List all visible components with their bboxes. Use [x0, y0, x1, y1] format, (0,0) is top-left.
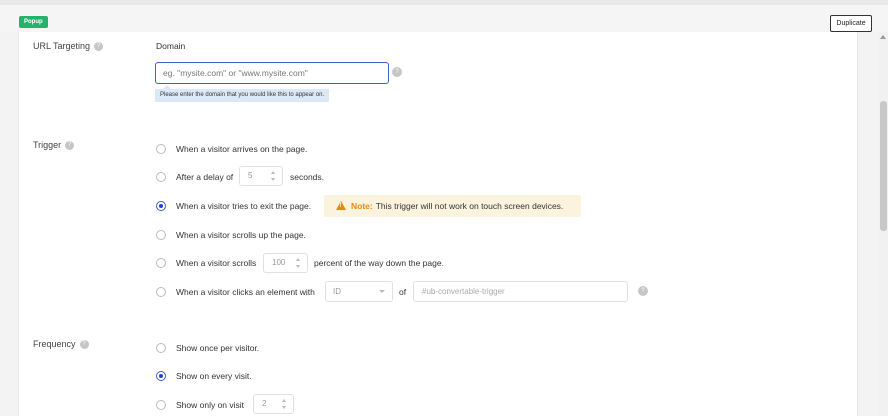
url-targeting-label-text: URL Targeting — [33, 41, 91, 51]
trigger-radio-click-element[interactable] — [156, 287, 166, 297]
trigger-option-delay-before: After a delay of — [176, 172, 234, 182]
frequency-radio-once[interactable] — [156, 343, 166, 353]
delay-seconds-stepper[interactable]: 5 — [239, 166, 283, 186]
selector-type-select[interactable]: ID — [325, 281, 393, 302]
domain-label: Domain — [156, 41, 186, 51]
domain-input[interactable] — [155, 62, 389, 84]
frequency-label: Frequency? — [33, 339, 89, 350]
trigger-option-scroll-up: When a visitor scrolls up the page. — [176, 230, 306, 240]
chevron-down-icon — [379, 290, 385, 293]
url-targeting-label: URL Targeting? — [33, 41, 104, 52]
visit-number-stepper[interactable]: 2 — [253, 394, 294, 414]
trigger-label-text: Trigger — [33, 140, 62, 150]
frequency-option-once: Show once per visitor. — [176, 343, 260, 353]
scrollbar[interactable] — [879, 32, 888, 416]
frequency-radio-only-on-visit[interactable] — [156, 400, 166, 410]
note-text: This trigger will not work on touch scre… — [375, 201, 564, 211]
visit-number-value: 2 — [262, 399, 267, 408]
trigger-option-click-element: When a visitor clicks an element with — [176, 287, 315, 297]
stepper-arrows-icon[interactable] — [296, 257, 302, 270]
stepper-arrows-icon[interactable] — [271, 170, 277, 183]
element-selector-input[interactable] — [413, 281, 628, 302]
trigger-option-scroll-after: percent of the way down the page. — [314, 258, 444, 268]
frequency-option-only-on-visit: Show only on visit — [176, 400, 245, 410]
help-icon[interactable]: ? — [65, 141, 75, 151]
trigger-option-delay-after: seconds. — [290, 172, 325, 182]
of-label: of — [399, 287, 407, 297]
frequency-option-every-visit: Show on every visit. — [176, 371, 252, 381]
delay-seconds-value: 5 — [248, 171, 253, 180]
trigger-option-exit: When a visitor tries to exit the page. — [176, 201, 312, 211]
help-icon[interactable]: ? — [638, 286, 648, 296]
touch-warning-note: Note:This trigger will not work on touch… — [324, 195, 581, 217]
trigger-radio-delay[interactable] — [156, 172, 166, 182]
top-bar: Popup Duplicate — [0, 0, 888, 32]
trigger-radio-scroll-percent[interactable] — [156, 258, 166, 268]
trigger-option-arrive: When a visitor arrives on the page. — [176, 144, 308, 154]
scroll-percent-stepper[interactable]: 100 — [263, 253, 308, 273]
duplicate-button[interactable]: Duplicate — [830, 15, 872, 32]
help-icon[interactable]: ? — [79, 340, 89, 350]
selector-type-value: ID — [333, 287, 341, 296]
trigger-radio-exit[interactable] — [156, 201, 166, 211]
trigger-option-scroll-before: When a visitor scrolls — [176, 258, 257, 268]
settings-panel — [18, 32, 858, 416]
domain-tooltip: Please enter the domain that you would l… — [155, 85, 330, 102]
trigger-label: Trigger? — [33, 140, 75, 151]
frequency-radio-every-visit[interactable] — [156, 371, 166, 381]
scroll-up-arrow-icon[interactable] — [880, 35, 886, 39]
help-icon[interactable]: ? — [392, 67, 402, 77]
popup-badge: Popup — [19, 16, 48, 28]
note-label: Note: — [351, 201, 373, 211]
scroll-percent-value: 100 — [272, 258, 286, 267]
stepper-arrows-icon[interactable] — [282, 398, 288, 411]
scrollbar-thumb[interactable] — [880, 101, 887, 231]
trigger-radio-arrive[interactable] — [156, 144, 166, 154]
frequency-label-text: Frequency — [33, 339, 76, 349]
help-icon[interactable]: ? — [94, 42, 104, 52]
warning-icon — [336, 201, 346, 211]
trigger-radio-scroll-up[interactable] — [156, 230, 166, 240]
